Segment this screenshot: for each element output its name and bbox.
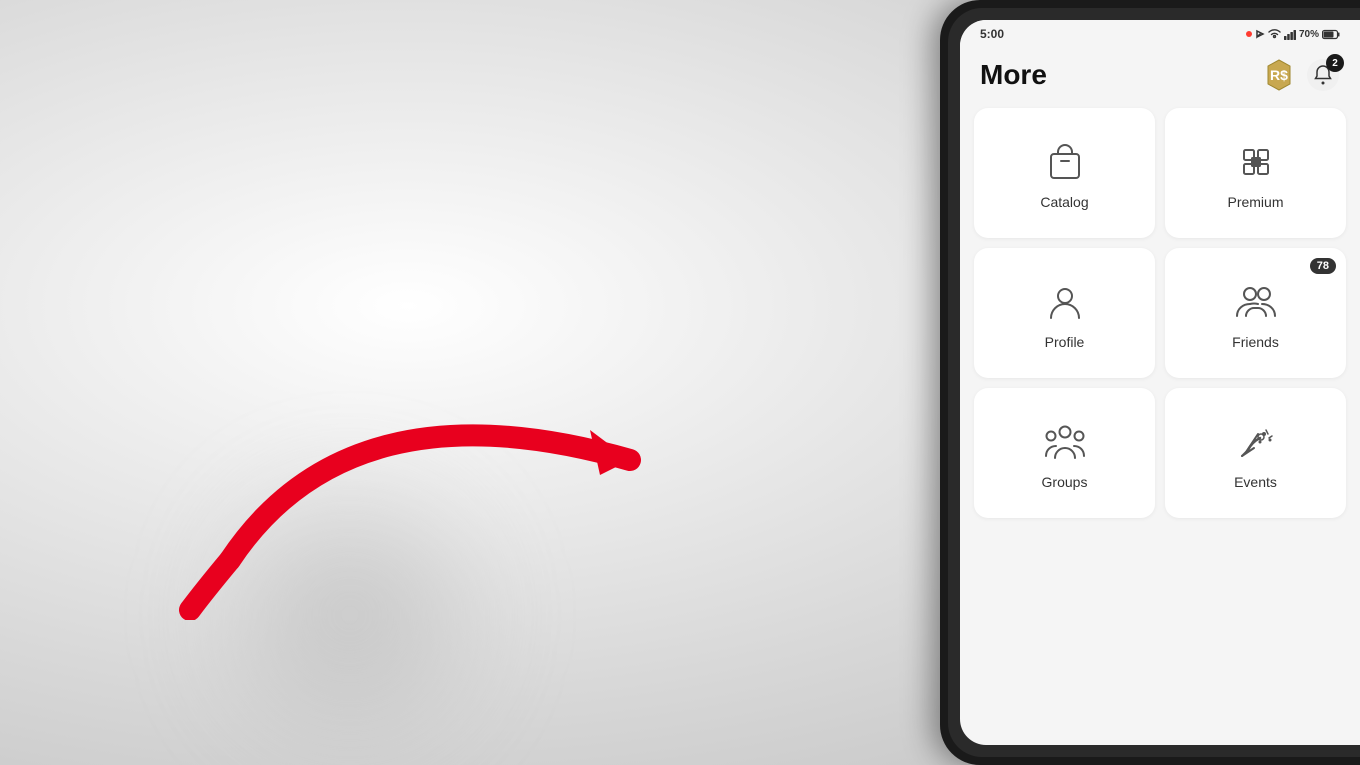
premium-icon (1234, 140, 1278, 184)
notification-button[interactable]: 2 (1306, 58, 1340, 92)
events-icon (1234, 420, 1278, 464)
status-icons: 70% (1246, 28, 1340, 40)
events-label: Events (1234, 474, 1277, 490)
profile-label: Profile (1045, 334, 1085, 350)
catalog-label: Catalog (1040, 194, 1088, 210)
battery-icon (1322, 29, 1340, 40)
battery-level: 70% (1299, 29, 1319, 40)
signal-icon (1284, 29, 1296, 40)
svg-text:R$: R$ (1270, 67, 1288, 83)
app-header: More R$ 2 (960, 48, 1360, 100)
menu-item-events[interactable]: Events (1165, 388, 1346, 518)
groups-icon (1041, 420, 1089, 464)
friends-badge: 78 (1310, 258, 1336, 274)
friends-label: Friends (1232, 334, 1279, 350)
groups-label: Groups (1042, 474, 1088, 490)
background-blob (200, 465, 500, 765)
page-title: More (980, 59, 1047, 91)
header-actions: R$ 2 (1262, 58, 1340, 92)
status-dot (1246, 31, 1252, 37)
robux-button[interactable]: R$ (1262, 58, 1296, 92)
profile-icon (1043, 280, 1087, 324)
menu-item-premium[interactable]: Premium (1165, 108, 1346, 238)
catalog-icon (1043, 140, 1087, 184)
wifi-icon (1268, 29, 1281, 39)
status-bar: 5:00 (960, 20, 1360, 48)
menu-item-profile[interactable]: Profile (974, 248, 1155, 378)
premium-label: Premium (1227, 194, 1283, 210)
status-time: 5:00 (980, 27, 1004, 41)
menu-item-friends[interactable]: 78 Friends (1165, 248, 1346, 378)
friends-icon (1232, 280, 1280, 324)
menu-item-groups[interactable]: Groups (974, 388, 1155, 518)
phone-inner: 5:00 (948, 8, 1360, 757)
notification-badge: 2 (1326, 54, 1344, 72)
menu-item-catalog[interactable]: Catalog (974, 108, 1155, 238)
bluetooth-icon (1255, 28, 1265, 40)
menu-grid: Catalog Premium (960, 100, 1360, 526)
phone-frame: 5:00 (940, 0, 1360, 765)
phone-screen: 5:00 (960, 20, 1360, 745)
